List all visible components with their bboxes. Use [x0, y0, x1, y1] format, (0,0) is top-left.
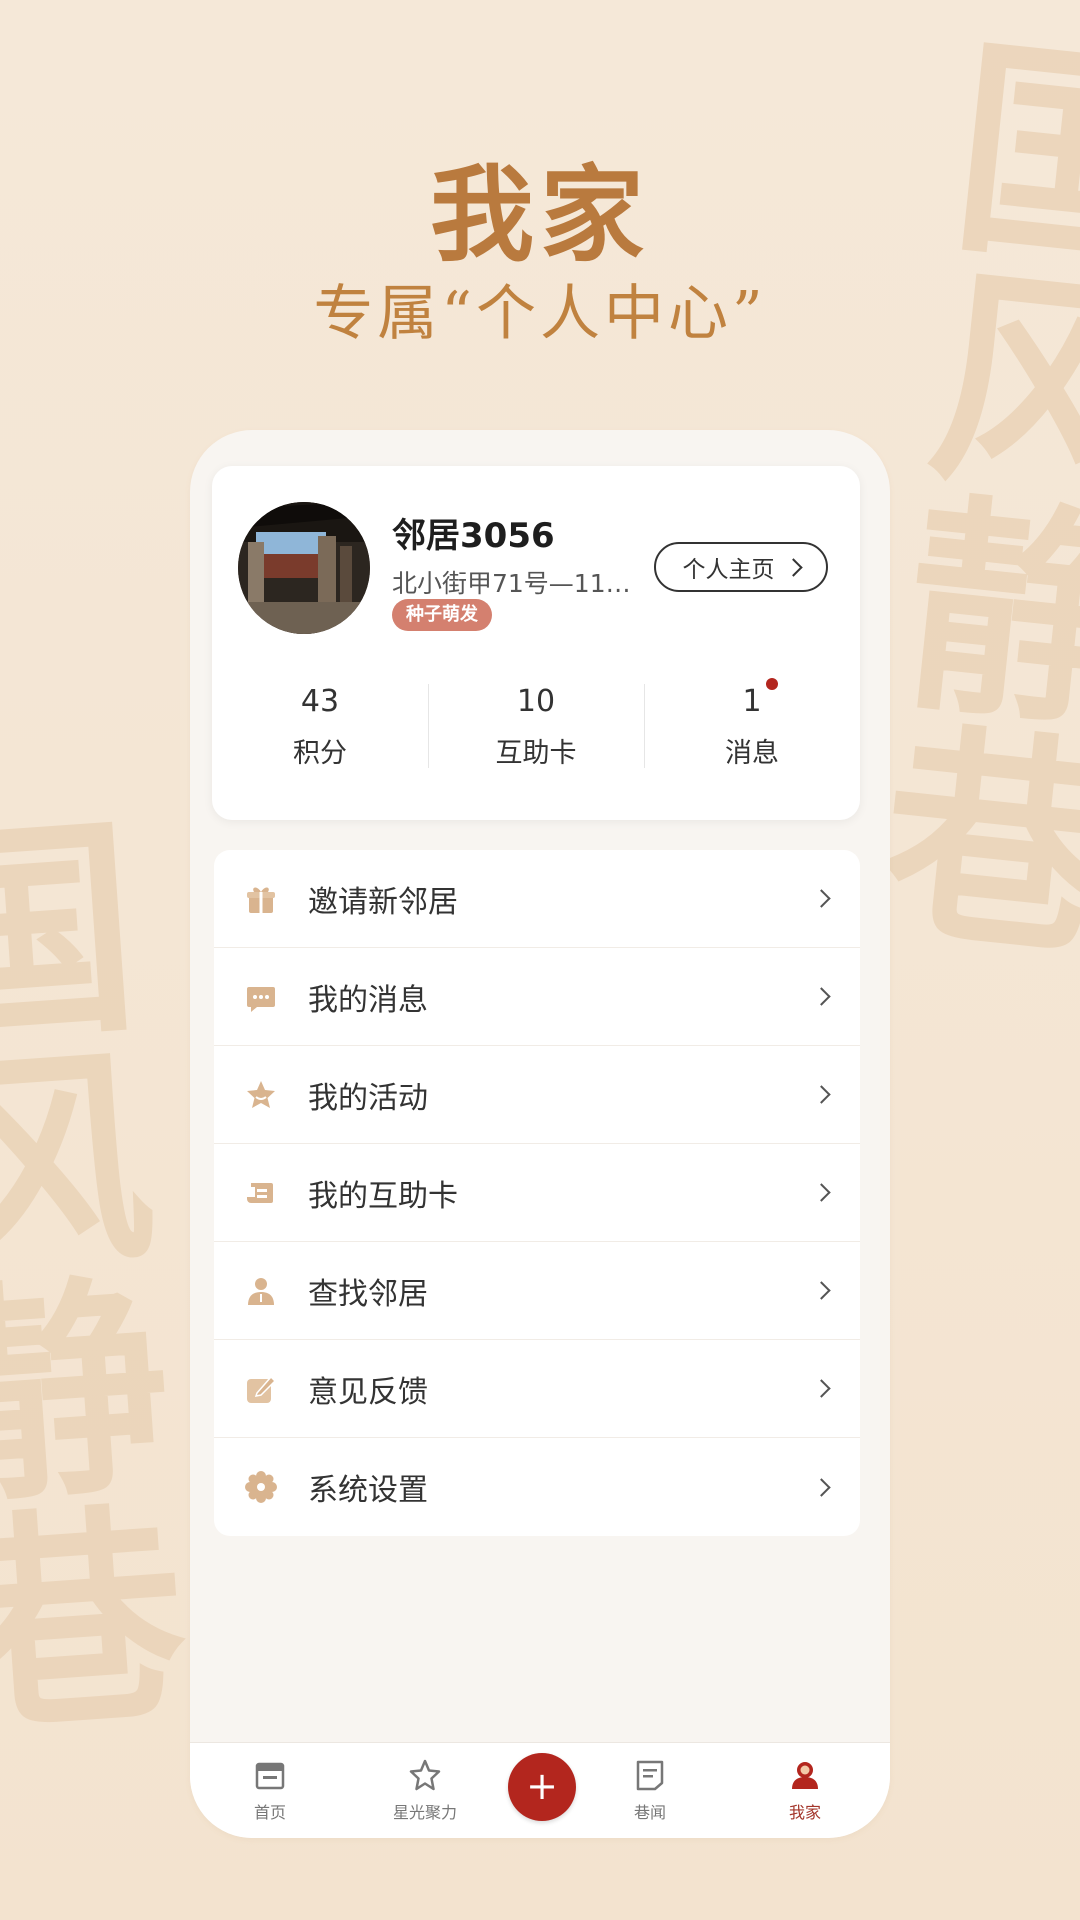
menu-item-help-cards[interactable]: 我的互助卡: [214, 1144, 860, 1242]
user-icon: [750, 1757, 860, 1793]
tab-starlight[interactable]: 星光聚力: [370, 1757, 480, 1823]
stat-points[interactable]: 43 积分: [212, 676, 428, 776]
address: 北小街甲71号—113…: [392, 569, 637, 598]
chevron-right-icon: [812, 889, 831, 908]
menu-item-messages[interactable]: 我的消息: [214, 948, 860, 1046]
chevron-right-icon: [812, 1379, 831, 1398]
avatar[interactable]: [238, 502, 370, 634]
profile-card: 邻居3056 北小街甲71号—113… 种子萌发 个人主页 43 积分 10 互…: [212, 466, 860, 820]
edit-icon: [244, 1372, 278, 1406]
tab-label: 首页: [253, 1803, 286, 1822]
person-icon: [244, 1274, 278, 1308]
tab-label: 星光聚力: [392, 1803, 457, 1822]
chevron-right-icon: [812, 987, 831, 1006]
stat-label: 消息: [725, 738, 779, 769]
menu-item-label: 我的互助卡: [308, 1178, 458, 1214]
bottom-tab-bar: 首页 星光聚力 + 巷闻 我家: [190, 1742, 890, 1838]
username: 邻居3056: [392, 516, 555, 556]
phone-mockup: 邻居3056 北小街甲71号—113… 种子萌发 个人主页 43 积分 10 互…: [190, 430, 890, 1838]
stat-value: 10: [516, 684, 556, 719]
page: 国 风 静 巷 国 风 静 巷 我家 专属“个人中心” 邻居3056 北小街甲7…: [0, 0, 1080, 1920]
tab-label: 我家: [788, 1803, 821, 1822]
stat-messages[interactable]: 1 消息: [644, 676, 860, 776]
tab-my-home[interactable]: 我家: [750, 1757, 860, 1823]
stat-value: 1: [742, 678, 778, 719]
hero-title: 我家: [429, 153, 650, 276]
stat-label: 互助卡: [495, 738, 577, 769]
gear-icon: [244, 1470, 278, 1504]
menu-item-label: 查找邻居: [308, 1276, 428, 1312]
chevron-right-icon: [812, 1085, 831, 1104]
unread-dot: [765, 678, 778, 690]
chevron-right-icon: [812, 1183, 831, 1202]
chevron-right-icon: [812, 1281, 831, 1300]
gift-icon: [244, 882, 278, 916]
menu-item-label: 系统设置: [308, 1473, 428, 1508]
menu-item-label: 意见反馈: [308, 1374, 428, 1410]
home-icon: [215, 1757, 325, 1793]
menu-item-feedback[interactable]: 意见反馈: [214, 1340, 860, 1438]
menu-item-invite[interactable]: 邀请新邻居: [214, 850, 860, 948]
chat-bubble-icon: [244, 980, 278, 1014]
homepage-button-label: 个人主页: [682, 557, 775, 583]
chevron-right-icon: [783, 557, 803, 577]
star-icon: [244, 1078, 278, 1112]
news-icon: [595, 1757, 705, 1793]
menu-item-settings[interactable]: 系统设置: [214, 1438, 860, 1536]
stat-label: 积分: [293, 738, 347, 769]
card-icon: [244, 1176, 278, 1210]
tab-home[interactable]: 首页: [215, 1757, 325, 1823]
menu-item-label: 邀请新邻居: [308, 884, 458, 920]
stat-help-cards[interactable]: 10 互助卡: [428, 676, 644, 776]
stat-value: 43: [300, 684, 340, 719]
stats-row: 43 积分 10 互助卡 1 消息: [212, 676, 860, 776]
tab-lane-news[interactable]: 巷闻: [595, 1757, 705, 1823]
homepage-button[interactable]: 个人主页: [654, 542, 828, 592]
menu-item-find-neighbors[interactable]: 查找邻居: [214, 1242, 860, 1340]
menu-item-activities[interactable]: 我的活动: [214, 1046, 860, 1144]
add-post-button[interactable]: +: [508, 1753, 576, 1821]
menu-item-label: 我的消息: [308, 982, 428, 1018]
level-badge: 种子萌发: [392, 599, 492, 631]
hero-subtitle: 专属“个人中心”: [313, 279, 767, 349]
tab-label: 巷闻: [633, 1803, 666, 1822]
chevron-right-icon: [812, 1477, 831, 1497]
background-calligraphy-left: 国 风 静 巷: [0, 792, 194, 1766]
stat-value-text: 1: [742, 684, 762, 719]
star-outline-icon: [370, 1757, 480, 1793]
menu-list: 邀请新邻居 我的消息 我的活动 我的互助卡 查找邻居 意见反馈 系统设置: [214, 850, 860, 1536]
menu-item-label: 我的活动: [308, 1080, 428, 1116]
